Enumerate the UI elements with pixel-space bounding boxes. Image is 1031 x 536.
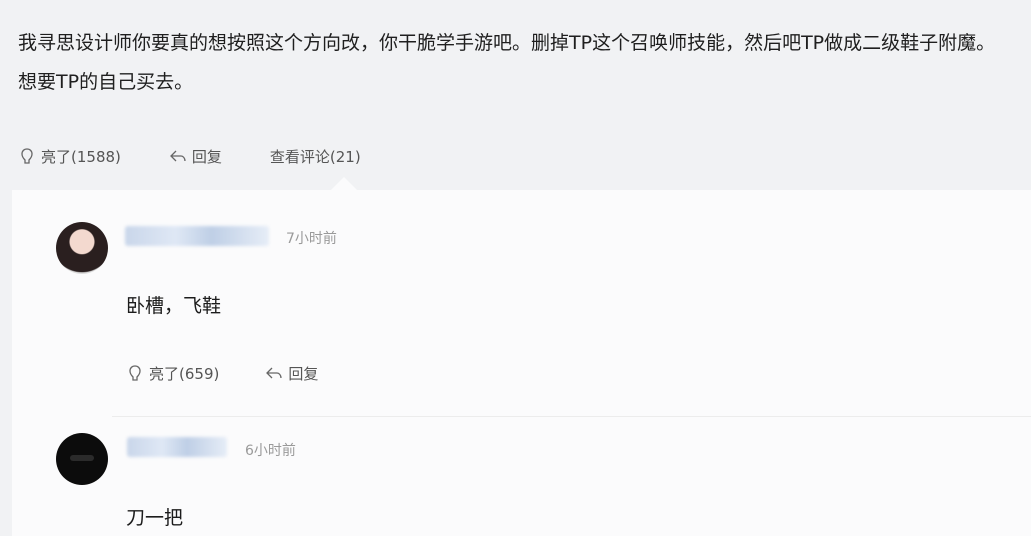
- view-comments-button[interactable]: 查看评论(21): [270, 146, 361, 167]
- comment-time: 7小时前: [286, 231, 337, 247]
- thumbs-up-icon: [129, 365, 141, 381]
- thumbs-up-icon: [21, 148, 33, 164]
- comment-like-button[interactable]: 亮了(659): [126, 363, 219, 384]
- reply-arrow-icon: [266, 367, 282, 379]
- comment-text: 卧槽，飞鞋: [126, 295, 222, 317]
- comment-time: 6小时前: [245, 443, 296, 459]
- comment-reply-button[interactable]: 回复: [265, 363, 318, 384]
- avatar[interactable]: [56, 433, 108, 485]
- reply-arrow-icon: [169, 150, 186, 162]
- username-blurred: [127, 437, 227, 457]
- comment-text: 刀一把: [126, 507, 184, 529]
- username-blurred: [125, 226, 269, 246]
- post-actions: 亮了(1588) 回复 查看评论(21): [18, 142, 361, 170]
- comment-divider: [112, 416, 1031, 417]
- like-label: 亮了(1588): [41, 147, 121, 166]
- like-button[interactable]: 亮了(1588): [18, 146, 121, 167]
- comments-panel: 7小时前 卧槽，飞鞋 亮了(659) 回复 6小时前 刀一把: [12, 190, 1031, 536]
- avatar[interactable]: [56, 222, 108, 274]
- comment-actions: 亮了(659) 回复: [126, 360, 318, 386]
- reply-button[interactable]: 回复: [169, 146, 222, 167]
- comments-caret: [330, 177, 358, 191]
- comment-like-label: 亮了(659): [149, 364, 220, 383]
- comment-reply-label: 回复: [288, 364, 319, 383]
- view-comments-label: 查看评论(21): [269, 147, 361, 166]
- post-text: 我寻思设计师你要真的想按照这个方向改，你干脆学手游吧。删掉TP这个召唤师技能，然…: [18, 32, 996, 93]
- reply-label: 回复: [191, 147, 222, 166]
